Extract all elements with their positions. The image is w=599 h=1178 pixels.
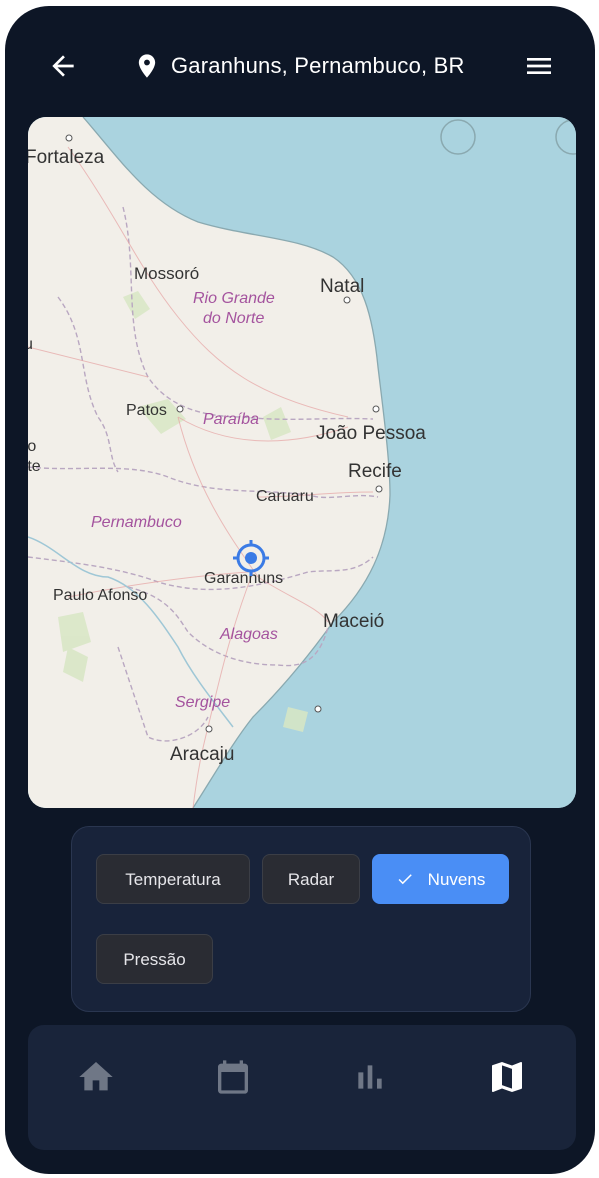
map-label-caruaru: Caruaru <box>256 488 314 505</box>
map-label-fortaleza: Fortaleza <box>28 147 105 168</box>
location-title[interactable]: Garanhuns, Pernambuco, BR <box>171 50 465 82</box>
map-label-state: Rio Grande <box>193 290 275 307</box>
map-label-paulo-afonso: Paulo Afonso <box>53 587 147 604</box>
arrow-left-icon <box>52 55 74 77</box>
hamburger-menu-icon <box>527 58 551 74</box>
map-label-joao-pessoa: João Pessoa <box>316 423 426 444</box>
chip-label: Radar <box>287 870 335 889</box>
map-label-natal: Natal <box>320 276 364 297</box>
map-label-garanhuns: Garanhuns <box>204 570 283 587</box>
menu-button[interactable] <box>523 50 555 82</box>
location-pin-icon <box>138 54 156 78</box>
map-label-state: Paraíba <box>203 411 259 428</box>
calendar-icon <box>218 1060 248 1094</box>
bottom-navigation <box>28 1025 576 1150</box>
layer-chip-temperatura[interactable]: Temperatura <box>96 854 250 904</box>
layer-chip-pressao[interactable]: Pressão <box>96 934 213 984</box>
map-label-state: Alagoas <box>219 626 278 643</box>
map-label-mossoro: Mossoró <box>134 264 199 283</box>
map-label-state: Sergipe <box>175 694 230 711</box>
map-label-edge-fragment: u <box>28 336 33 353</box>
map-label-state: do Norte <box>203 310 264 327</box>
map-label-recife: Recife <box>348 461 402 482</box>
check-icon <box>398 874 412 885</box>
back-button[interactable] <box>47 50 79 82</box>
app-screen: Garanhuns, Pernambuco, BR Fortaleza Moss… <box>5 6 595 1174</box>
chip-label: Nuvens <box>427 870 486 889</box>
nav-charts[interactable] <box>350 1057 390 1097</box>
map-label-maceio: Maceió <box>323 611 384 632</box>
map-label-patos: Patos <box>126 402 167 419</box>
layer-chip-nuvens[interactable]: Nuvens <box>372 854 509 904</box>
home-icon <box>79 1062 113 1091</box>
chip-label: Pressão <box>123 950 186 969</box>
chip-label: Temperatura <box>125 870 221 889</box>
weather-map[interactable]: Fortaleza Mossoró Natal Patos João Pesso… <box>28 117 576 808</box>
nav-calendar[interactable] <box>213 1057 253 1097</box>
app-header: Garanhuns, Pernambuco, BR <box>5 6 595 122</box>
map-label-edge-fragment: ro <box>28 438 36 455</box>
nav-map[interactable] <box>487 1057 527 1097</box>
layer-chip-radar[interactable]: Radar <box>262 854 360 904</box>
map-label-state: Pernambuco <box>91 514 182 531</box>
bar-chart-icon <box>358 1065 382 1089</box>
map-layers-panel: Temperatura Radar Nuvens Pressão <box>71 826 531 1012</box>
map-label-edge-fragment: rte <box>28 458 41 475</box>
nav-home[interactable] <box>76 1057 116 1097</box>
map-icon <box>492 1062 522 1092</box>
map-label-aracaju: Aracaju <box>170 744 234 765</box>
